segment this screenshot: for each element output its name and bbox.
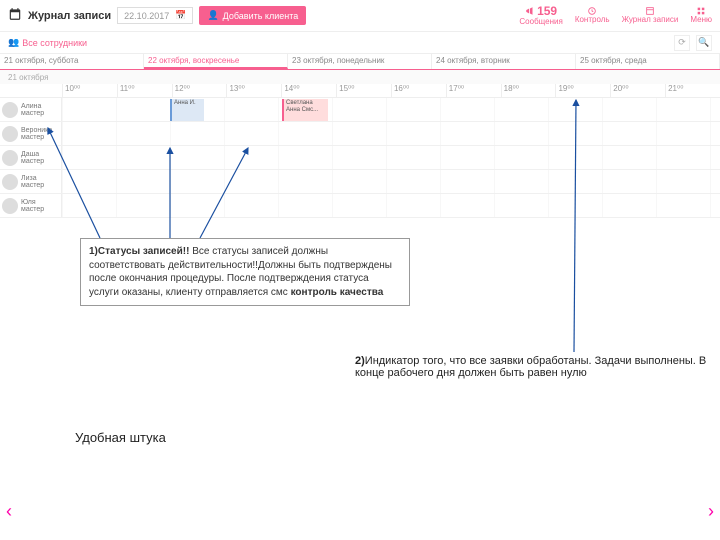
control-link[interactable]: Контроль: [575, 6, 610, 25]
appointment-block[interactable]: Светлана Анна Смс...: [282, 99, 328, 121]
subbar-tools: ⟳ 🔍: [674, 35, 712, 51]
topbar: Журнал записи 22.10.2017 📅 👤 Добавить кл…: [0, 0, 720, 32]
day-col-4[interactable]: 25 октября, среда: [576, 54, 720, 69]
grid-cells[interactable]: [62, 194, 720, 217]
hour-cell: 21⁰⁰: [665, 84, 720, 97]
staff-name: Дашамастер: [21, 151, 44, 165]
annotation-note-2: 2)Индикатор того, что все заявки обработ…: [355, 355, 720, 379]
filter-label: Все сотрудники: [22, 38, 87, 48]
staff-name: Лизамастер: [21, 175, 44, 189]
users-icon: 👥: [8, 37, 19, 48]
user-plus-icon: 👤: [207, 10, 218, 21]
hour-cell: 18⁰⁰: [501, 84, 556, 97]
hour-cell: 13⁰⁰: [226, 84, 281, 97]
topbar-right: 159 Сообщения Контроль Журнал записи Мен…: [519, 5, 712, 27]
next-chevron-icon[interactable]: ›: [708, 501, 714, 522]
subbar: 👥 Все сотрудники ⟳ 🔍: [0, 32, 720, 54]
annotation-note-1: 1)Статусы записей!! Все статусы записей …: [80, 238, 410, 306]
calendar-small-icon: 📅: [175, 10, 186, 21]
hour-cell: 14⁰⁰: [281, 84, 336, 97]
hour-cell: 10⁰⁰: [62, 84, 117, 97]
staff-name: Алинамастер: [21, 103, 44, 117]
staff-cell[interactable]: Лизамастер: [0, 170, 62, 193]
staff-area: Алинамастер Анна И. Светлана Анна Смс... Ве…: [0, 98, 720, 218]
grid-cells[interactable]: [62, 170, 720, 193]
staff-cell[interactable]: Дашамастер: [0, 146, 62, 169]
refresh-icon[interactable]: ⟳: [674, 35, 690, 51]
megaphone-icon: [525, 6, 535, 16]
filter-all-staff[interactable]: 👥 Все сотрудники: [8, 37, 87, 48]
active-day-band: 21 октября: [0, 70, 720, 84]
grid-cells[interactable]: Анна И. Светлана Анна Смс...: [62, 98, 720, 121]
zoom-icon[interactable]: 🔍: [696, 35, 712, 51]
journal-label: Журнал записи: [622, 16, 679, 25]
avatar: [2, 150, 18, 166]
staff-cell[interactable]: Алинамастер: [0, 98, 62, 121]
page-title: Журнал записи: [28, 10, 111, 22]
staff-row: Вероникамастер: [0, 122, 720, 146]
appointment-block[interactable]: Анна И.: [170, 99, 204, 121]
days-header: 21 октября, суббота 22 октября, воскресе…: [0, 54, 720, 70]
journal-link[interactable]: Журнал записи: [622, 6, 679, 25]
staff-cell[interactable]: Вероникамастер: [0, 122, 62, 145]
day-col-2[interactable]: 23 октября, понедельник: [288, 54, 432, 69]
staff-cell[interactable]: Юлямастер: [0, 194, 62, 217]
hour-cell: 16⁰⁰: [391, 84, 446, 97]
hour-cell: 20⁰⁰: [610, 84, 665, 97]
date-picker[interactable]: 22.10.2017 📅: [117, 7, 193, 24]
avatar: [2, 198, 18, 214]
date-value: 22.10.2017: [124, 11, 169, 21]
menu-link[interactable]: Меню: [690, 6, 712, 25]
hour-cell: 17⁰⁰: [446, 84, 501, 97]
hour-cell: 11⁰⁰: [117, 84, 172, 97]
messages-label: Сообщения: [519, 18, 562, 27]
staff-row: Дашамастер: [0, 146, 720, 170]
calendar-icon: [8, 7, 22, 24]
staff-name: Вероникамастер: [21, 127, 52, 141]
staff-row: Алинамастер Анна И. Светлана Анна Смс...: [0, 98, 720, 122]
avatar: [2, 126, 18, 142]
hour-cell: 19⁰⁰: [555, 84, 610, 97]
prev-chevron-icon[interactable]: ‹: [6, 501, 12, 522]
grid-cells[interactable]: [62, 122, 720, 145]
hour-cell: 15⁰⁰: [336, 84, 391, 97]
topbar-left: Журнал записи 22.10.2017 📅 👤 Добавить кл…: [8, 6, 306, 25]
day-col-3[interactable]: 24 октября, вторник: [432, 54, 576, 69]
menu-label: Меню: [690, 16, 712, 25]
add-client-button[interactable]: 👤 Добавить клиента: [199, 6, 306, 25]
messages-count: 159: [537, 5, 557, 18]
messages-indicator[interactable]: 159 Сообщения: [519, 5, 562, 27]
control-label: Контроль: [575, 16, 610, 25]
add-client-label: Добавить клиента: [223, 11, 299, 21]
staff-row: Юлямастер: [0, 194, 720, 218]
avatar: [2, 174, 18, 190]
hours-ruler: 10⁰⁰ 11⁰⁰ 12⁰⁰ 13⁰⁰ 14⁰⁰ 15⁰⁰ 16⁰⁰ 17⁰⁰ …: [0, 84, 720, 98]
grid-cells[interactable]: [62, 146, 720, 169]
staff-row: Лизамастер: [0, 170, 720, 194]
day-col-1[interactable]: 22 октября, воскресенье: [144, 54, 288, 69]
day-col-0[interactable]: 21 октября, суббота: [0, 54, 144, 69]
staff-name: Юлямастер: [21, 199, 44, 213]
annotation-note-3: Удобная штука: [75, 430, 166, 445]
avatar: [2, 102, 18, 118]
hour-cell: 12⁰⁰: [172, 84, 227, 97]
